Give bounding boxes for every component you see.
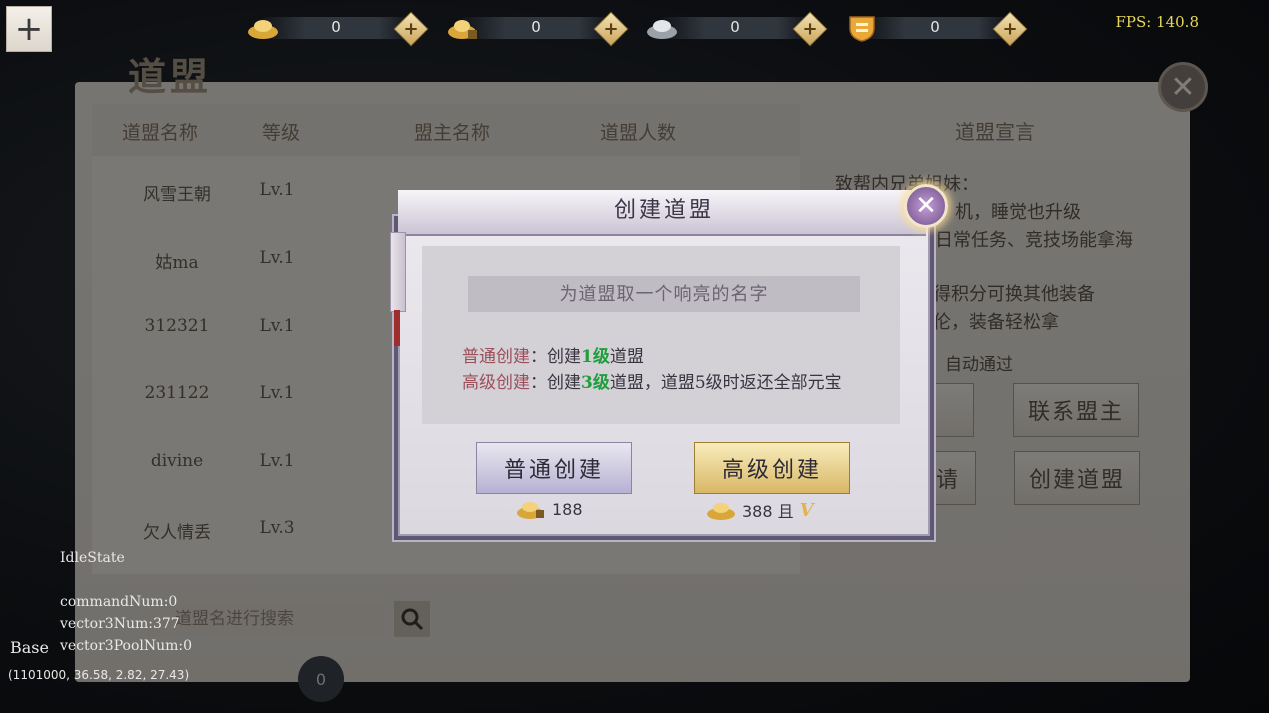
advanced-create-cost: 388 且 V [706, 498, 814, 522]
currency-silver-value: 0 [730, 18, 740, 36]
dialog-content: 普通创建：创建1级道盟 高级创建：创建3级道盟，道盟5级时返还全部元宝 [422, 246, 900, 424]
advanced-create-button[interactable]: 高级创建 [694, 442, 850, 494]
add-shield-button[interactable]: + [992, 11, 1028, 47]
normal-create-button[interactable]: 普通创建 [476, 442, 632, 494]
currency-silver: 0 + [645, 11, 828, 47]
plus-icon: + [14, 9, 44, 49]
debug-vector3: vector3Num:377 [60, 616, 180, 632]
debug-state: IdleState [60, 550, 125, 566]
add-gold-button[interactable]: + [393, 11, 429, 47]
close-icon: ✕ [915, 191, 937, 221]
debug-coords: (1101000, 36.58, 2.82, 27.43) [8, 668, 190, 682]
currency-shield: 0 + [845, 11, 1028, 47]
bound-gold-ingot-icon [517, 502, 544, 519]
debug-base: Base [10, 638, 49, 657]
normal-create-desc: 普通创建：创建1级道盟 [462, 347, 644, 367]
debug-pool: vector3PoolNum:0 [60, 638, 193, 654]
dialog-close-button[interactable]: ✕ [904, 184, 948, 228]
currency-gold-value: 0 [331, 18, 341, 36]
advanced-create-desc: 高级创建：创建3级道盟，道盟5级时返还全部元宝 [462, 373, 842, 393]
debug-command: commandNum:0 [60, 594, 178, 610]
gold-ingot-icon [248, 20, 278, 39]
currency-shield-value: 0 [930, 18, 940, 36]
currency-bound-gold-value: 0 [531, 18, 541, 36]
shield-badge-icon [849, 16, 875, 42]
dialog-title: 创建道盟 [613, 198, 714, 223]
gold-ingot-icon [707, 503, 735, 520]
main-menu-plus-button[interactable]: + [6, 6, 52, 52]
currency-gold: 0 + [246, 11, 429, 47]
create-guild-dialog: 创建道盟 ✕ 普通创建：创建1级道盟 高级创建：创建3级道盟，道盟5级时返还全部… [372, 176, 956, 552]
guild-name-input[interactable] [468, 276, 860, 312]
add-silver-button[interactable]: + [792, 11, 828, 47]
silver-ingot-icon [647, 20, 677, 39]
fps-counter: FPS: 140.8 [1115, 13, 1199, 31]
currency-bound-gold: 0 + [446, 11, 629, 47]
add-bound-gold-button[interactable]: + [593, 11, 629, 47]
bound-gold-ingot-icon [448, 20, 477, 39]
tassel-ornament [394, 310, 400, 346]
normal-create-cost: 188 [516, 498, 583, 520]
scroll-ornament [390, 232, 406, 312]
vip-icon: V [799, 499, 814, 521]
